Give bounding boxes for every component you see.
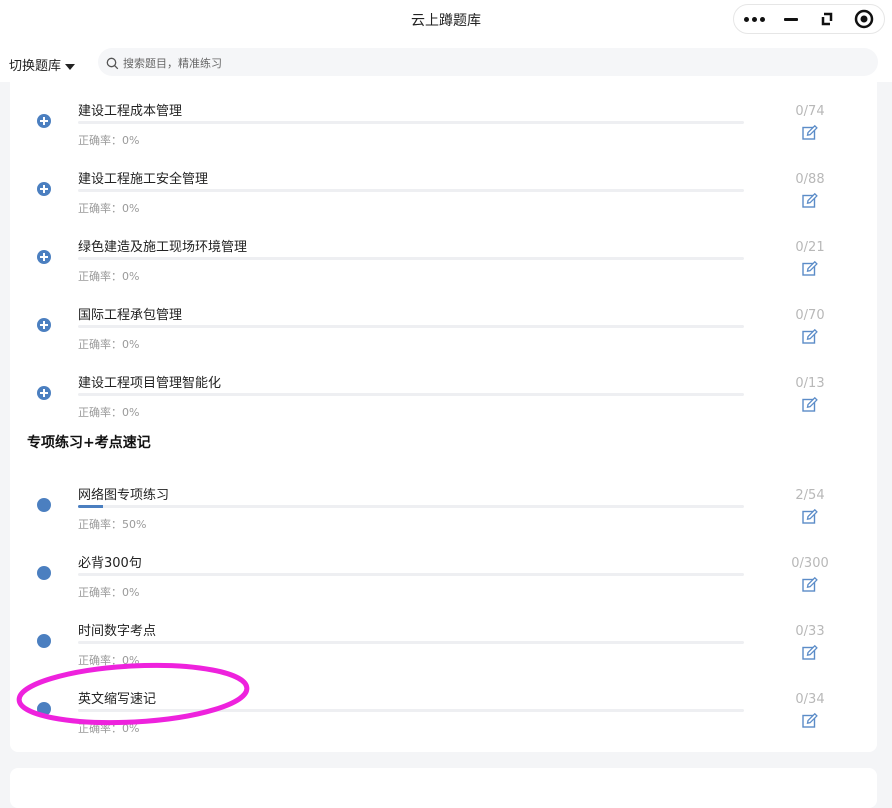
progress-count: 2/54 [795,488,825,503]
progress-bar [78,393,744,396]
progress-bar [78,641,744,644]
edit-icon[interactable] [801,192,819,210]
edit-icon[interactable] [801,260,819,278]
chapter-name: 建设工程成本管理 [78,104,183,119]
edit-icon[interactable] [801,508,819,526]
progress-count: 0/70 [795,308,825,323]
progress-count: 0/88 [795,172,825,187]
expand-plus-icon[interactable] [37,318,51,332]
switch-bank-dropdown[interactable]: 切换题库 [9,55,76,74]
progress-count: 0/300 [791,556,829,571]
edit-icon[interactable] [801,576,819,594]
expand-plus-icon[interactable] [37,114,51,128]
accuracy-text: 正确率：50% [78,518,147,531]
chapter-name: 绿色建造及施工现场环境管理 [78,240,248,255]
chapter-row[interactable]: 绿色建造及施工现场环境管理 正确率：0% 0/21 [10,224,877,284]
chapter-row[interactable]: 建设工程成本管理 正确率：0% 0/74 [10,88,877,148]
edit-icon[interactable] [801,712,819,730]
progress-count: 0/21 [795,240,825,255]
more-icon[interactable] [736,5,772,33]
bullet-dot-icon [37,498,51,512]
special-row[interactable]: 英文缩写速记 正确率：0% 0/34 [10,676,877,736]
progress-fill [78,505,103,508]
accuracy-text: 正确率：0% [78,270,140,283]
progress-bar [78,573,744,576]
special-name: 必背300句 [78,556,142,571]
progress-count: 0/74 [795,104,825,119]
accuracy-text: 正确率：0% [78,338,140,351]
progress-bar [78,121,744,124]
special-row[interactable]: 必背300句 正确率：0% 0/300 [10,540,877,600]
expand-plus-icon[interactable] [37,250,51,264]
accuracy-text: 正确率：0% [78,134,140,147]
chapter-name: 建设工程施工安全管理 [78,172,209,187]
chapter-row[interactable]: 建设工程施工安全管理 正确率：0% 0/88 [10,156,877,216]
expand-plus-icon[interactable] [37,182,51,196]
chapter-name: 国际工程承包管理 [78,308,183,323]
edit-icon[interactable] [801,124,819,142]
chapter-row[interactable]: 国际工程承包管理 正确率：0% 0/70 [10,292,877,352]
progress-count: 0/34 [795,692,825,707]
caret-down-icon [65,63,76,70]
switch-bank-label: 切换题库 [9,59,62,74]
target-icon[interactable] [846,5,882,33]
section-title: 专项练习+考点速记 [27,432,151,454]
progress-bar [78,505,744,508]
progress-bar [78,189,744,192]
accuracy-text: 正确率：0% [78,654,140,667]
minimize-icon[interactable] [772,5,808,33]
toolbar: 切换题库 [0,42,892,82]
special-row[interactable]: 网络图专项练习 正确率：50% 2/54 [10,472,877,532]
chapter-row[interactable]: 建设工程项目管理智能化 正确率：0% 0/13 [10,360,877,420]
edit-icon[interactable] [801,396,819,414]
progress-count: 0/13 [795,376,825,391]
restore-icon[interactable] [810,5,846,33]
window-capsule [733,4,885,34]
search-box[interactable] [98,48,878,76]
progress-count: 0/33 [795,624,825,639]
special-name: 英文缩写速记 [78,692,157,707]
bullet-dot-icon [37,634,51,648]
bullet-dot-icon [37,566,51,580]
special-row[interactable]: 时间数字考点 正确率：0% 0/33 [10,608,877,668]
accuracy-text: 正确率：0% [78,406,140,419]
bullet-dot-icon [37,702,51,716]
progress-bar [78,709,744,712]
app-header: 云上蹲题库 [0,0,892,42]
chapter-name: 建设工程项目管理智能化 [78,376,222,391]
chapter-list-card: 建设工程成本管理 正确率：0% 0/74 建设工程施工安全管理 正确率：0% 0… [10,82,877,752]
expand-plus-icon[interactable] [37,386,51,400]
special-name: 时间数字考点 [78,624,157,639]
edit-icon[interactable] [801,644,819,662]
search-input[interactable] [121,53,865,73]
section-title-text: 专项练习+考点速记 [27,435,151,451]
edit-icon[interactable] [801,328,819,346]
accuracy-text: 正确率：0% [78,202,140,215]
accuracy-text: 正确率：0% [78,586,140,599]
search-icon [106,55,119,74]
progress-bar [78,325,744,328]
next-card [10,768,877,808]
progress-bar [78,257,744,260]
accuracy-text: 正确率：0% [78,722,140,735]
special-name: 网络图专项练习 [78,488,170,503]
